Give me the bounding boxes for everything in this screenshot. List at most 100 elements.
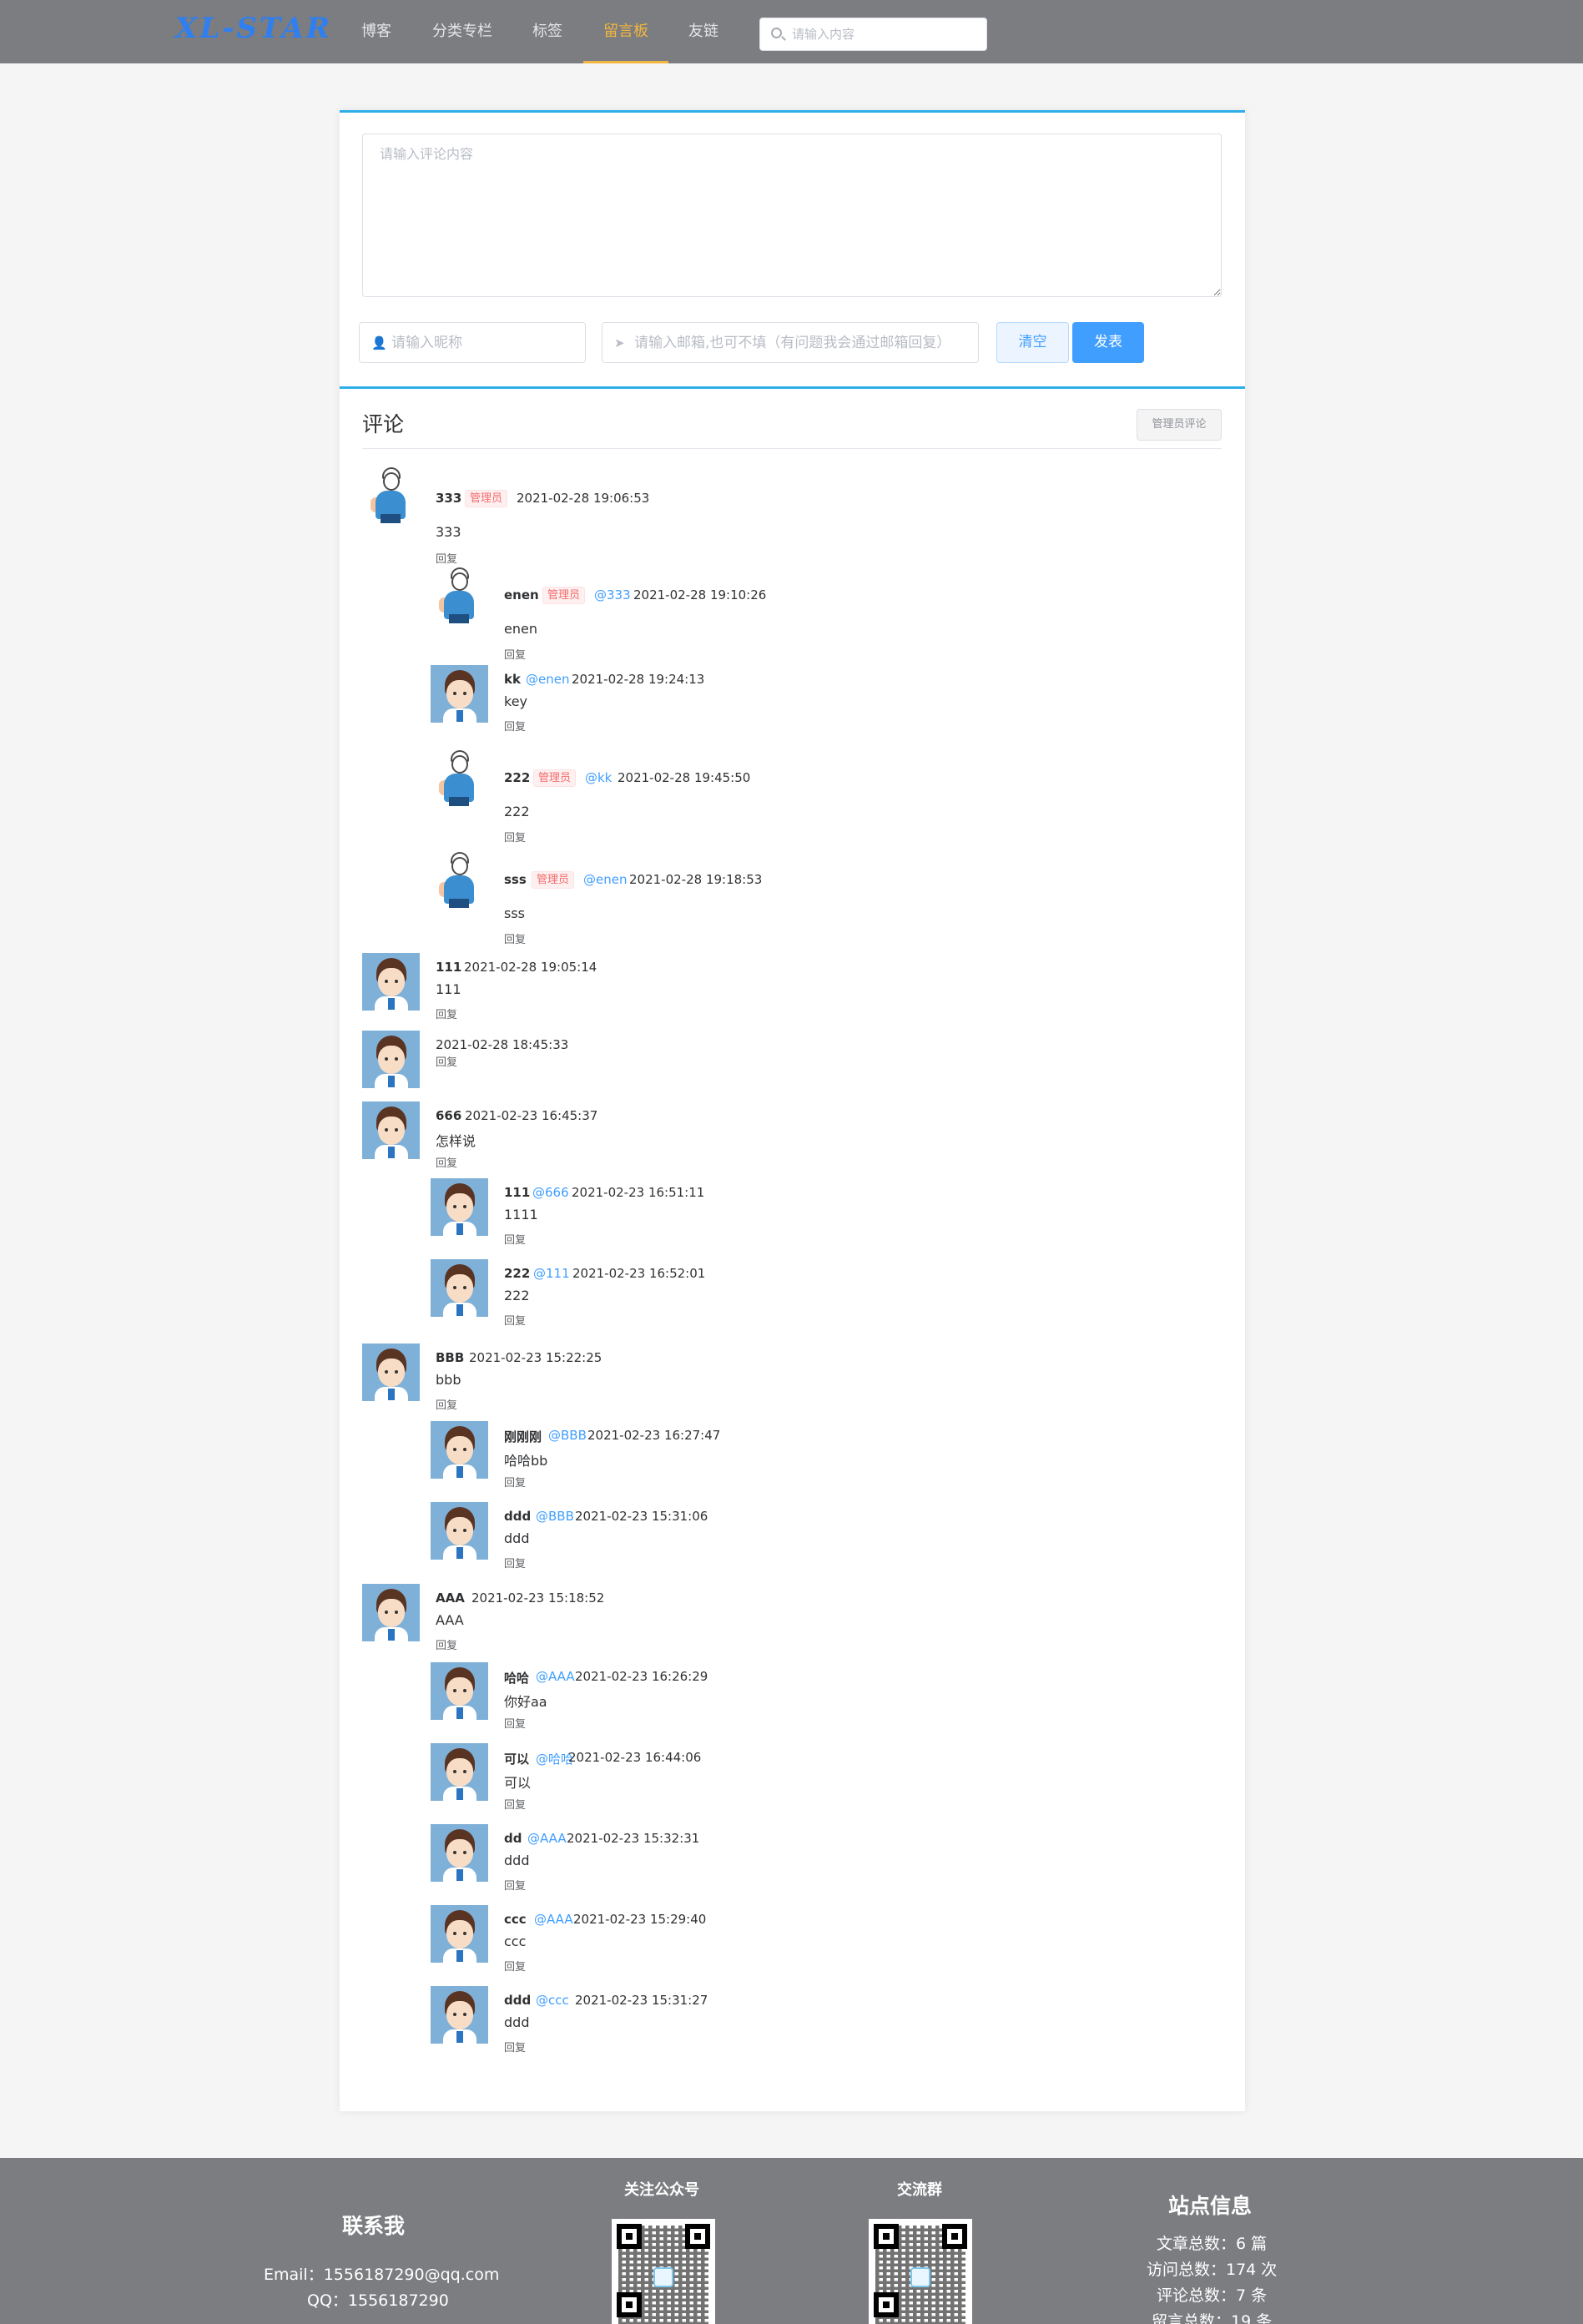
reply-link[interactable]: 回复: [436, 1053, 457, 1069]
comment-timestamp: 2021-02-23 15:22:25: [469, 1350, 602, 1365]
comment-timestamp: 2021-02-28 19:05:14: [464, 960, 597, 975]
reply-link[interactable]: 回复: [436, 1154, 457, 1170]
reply-link[interactable]: 回复: [504, 930, 526, 946]
comment-author[interactable]: 222: [504, 770, 530, 785]
post-button[interactable]: 发表: [1072, 322, 1144, 363]
reply-link[interactable]: 回复: [504, 1474, 526, 1490]
comment-avatar[interactable]: [431, 1502, 488, 1560]
search-box[interactable]: [759, 18, 987, 51]
search-input[interactable]: [792, 18, 980, 50]
reply-to-mention[interactable]: @enen: [526, 672, 569, 687]
reply-link[interactable]: 回复: [436, 1636, 457, 1652]
comment-avatar[interactable]: [431, 566, 488, 623]
clear-button[interactable]: 清空: [996, 322, 1069, 363]
reply-link[interactable]: 回复: [504, 2039, 526, 2054]
comment-timestamp: 2021-02-23 16:52:01: [572, 1266, 706, 1281]
reply-link[interactable]: 回复: [504, 1796, 526, 1812]
comment-timestamp: 2021-02-28 19:24:13: [572, 672, 705, 687]
comment-author[interactable]: 666: [436, 1108, 461, 1123]
reply-to-mention[interactable]: @enen: [583, 872, 627, 887]
comment-author[interactable]: 哈哈: [504, 1669, 529, 1686]
reply-link[interactable]: 回复: [436, 550, 457, 566]
comment-avatar[interactable]: [431, 1986, 488, 2044]
comment-avatar[interactable]: [431, 749, 488, 806]
comment-avatar[interactable]: [431, 1259, 488, 1317]
admin-comment-button[interactable]: 管理员评论: [1137, 409, 1222, 441]
reply-to-mention[interactable]: @ccc: [536, 1993, 569, 2008]
email-field[interactable]: ➤: [602, 322, 979, 363]
comment-author[interactable]: BBB: [436, 1350, 464, 1365]
comment-timestamp: 2021-02-23 16:44:06: [568, 1750, 702, 1765]
footer-email: Email：1556187290@qq.com: [264, 2266, 500, 2284]
comment-avatar[interactable]: [431, 1743, 488, 1801]
comment-content: 222: [504, 1288, 530, 1303]
comment-author[interactable]: AAA: [436, 1591, 465, 1606]
reply-to-mention[interactable]: @BBB: [536, 1509, 574, 1524]
comment-avatar[interactable]: [362, 1031, 420, 1088]
comment-avatar[interactable]: [431, 1824, 488, 1882]
comment-author[interactable]: 111: [436, 960, 461, 975]
nav-item-blog[interactable]: 博客: [361, 0, 391, 63]
site-logo[interactable]: XL-STAR: [175, 12, 332, 45]
comment-author[interactable]: 222: [504, 1266, 530, 1281]
comment-author[interactable]: 可以: [504, 1750, 529, 1767]
comment-avatar[interactable]: [362, 953, 420, 1011]
reply-link[interactable]: 回复: [504, 1877, 526, 1893]
comment-author[interactable]: 333: [436, 491, 461, 506]
comment-author[interactable]: 刚刚刚: [504, 1428, 542, 1445]
comment-author[interactable]: kk: [504, 672, 521, 687]
nav-item-guestbook[interactable]: 留言板: [583, 0, 668, 63]
comment-avatar[interactable]: [362, 1102, 420, 1159]
reply-link[interactable]: 回复: [504, 1312, 526, 1328]
comment-avatar[interactable]: [362, 1343, 420, 1401]
comment-author[interactable]: ccc: [504, 1912, 527, 1927]
comment-author[interactable]: dd: [504, 1831, 522, 1846]
comment-content: 333: [436, 524, 461, 540]
admin-badge: 管理员: [542, 587, 586, 604]
nickname-field[interactable]: 👤: [359, 322, 586, 363]
nav-item-categories[interactable]: 分类专栏: [432, 0, 492, 63]
reply-to-mention[interactable]: @AAA: [534, 1912, 573, 1927]
reply-to-mention[interactable]: @AAA: [536, 1669, 575, 1684]
reply-to-mention[interactable]: @111: [533, 1266, 570, 1281]
reply-to-mention[interactable]: @kk: [585, 770, 612, 785]
reply-to-mention[interactable]: @BBB: [548, 1428, 587, 1443]
comment-content: 哈哈bb: [504, 1453, 548, 1469]
comment-content-textarea[interactable]: [362, 134, 1222, 297]
reply-link[interactable]: 回复: [436, 1006, 457, 1021]
reply-to-mention[interactable]: @333: [594, 587, 631, 602]
reply-link[interactable]: 回复: [504, 1555, 526, 1570]
comment-avatar[interactable]: [431, 665, 488, 723]
reply-link[interactable]: 回复: [504, 1958, 526, 1974]
comment-avatar[interactable]: [431, 1178, 488, 1236]
comment-author[interactable]: enen: [504, 587, 539, 602]
comment-avatar[interactable]: [431, 1662, 488, 1720]
reply-to-mention[interactable]: @AAA: [527, 1831, 567, 1846]
comment-content: 怎样说: [436, 1133, 476, 1149]
reply-to-mention[interactable]: @666: [532, 1185, 569, 1200]
nav-item-links[interactable]: 友链: [688, 0, 718, 63]
reply-link[interactable]: 回复: [504, 718, 526, 733]
comment-author[interactable]: ddd: [504, 1509, 531, 1524]
nav-item-tags[interactable]: 标签: [532, 0, 562, 63]
comment-author[interactable]: 111: [504, 1185, 530, 1200]
nickname-input[interactable]: [391, 323, 579, 362]
top-navbar: XL-STAR 博客 分类专栏 标签 留言板 友链: [0, 0, 1583, 63]
comment-author[interactable]: ddd: [504, 1993, 531, 2008]
reply-link[interactable]: 回复: [436, 1396, 457, 1412]
reply-link[interactable]: 回复: [504, 1231, 526, 1247]
comment-avatar[interactable]: [362, 1584, 420, 1641]
footer-group-title: 交流群: [897, 2181, 942, 2199]
comment-avatar[interactable]: [431, 1421, 488, 1479]
comment-avatar[interactable]: [362, 466, 420, 523]
email-input[interactable]: [634, 323, 972, 362]
reply-link[interactable]: 回复: [504, 1715, 526, 1731]
comment-avatar[interactable]: [431, 850, 488, 908]
group-qr-code: [869, 2219, 972, 2324]
comment-content: sss: [504, 905, 526, 921]
comment-avatar[interactable]: [431, 1905, 488, 1963]
search-icon: [771, 28, 782, 38]
comment-author[interactable]: sss: [504, 872, 527, 887]
reply-link[interactable]: 回复: [504, 829, 526, 844]
reply-link[interactable]: 回复: [504, 646, 526, 662]
